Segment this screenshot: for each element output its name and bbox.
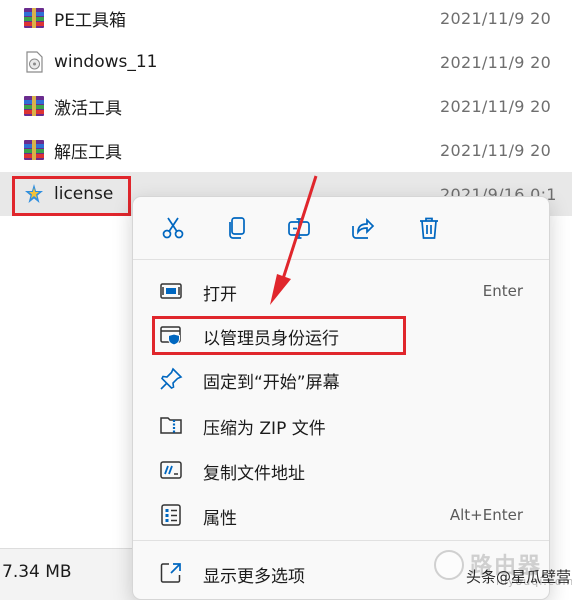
- watermark-credit: 头条@星瓜壁营: [466, 568, 572, 586]
- watermark-logo-icon: [434, 550, 464, 580]
- annotation-arrow: [270, 175, 318, 305]
